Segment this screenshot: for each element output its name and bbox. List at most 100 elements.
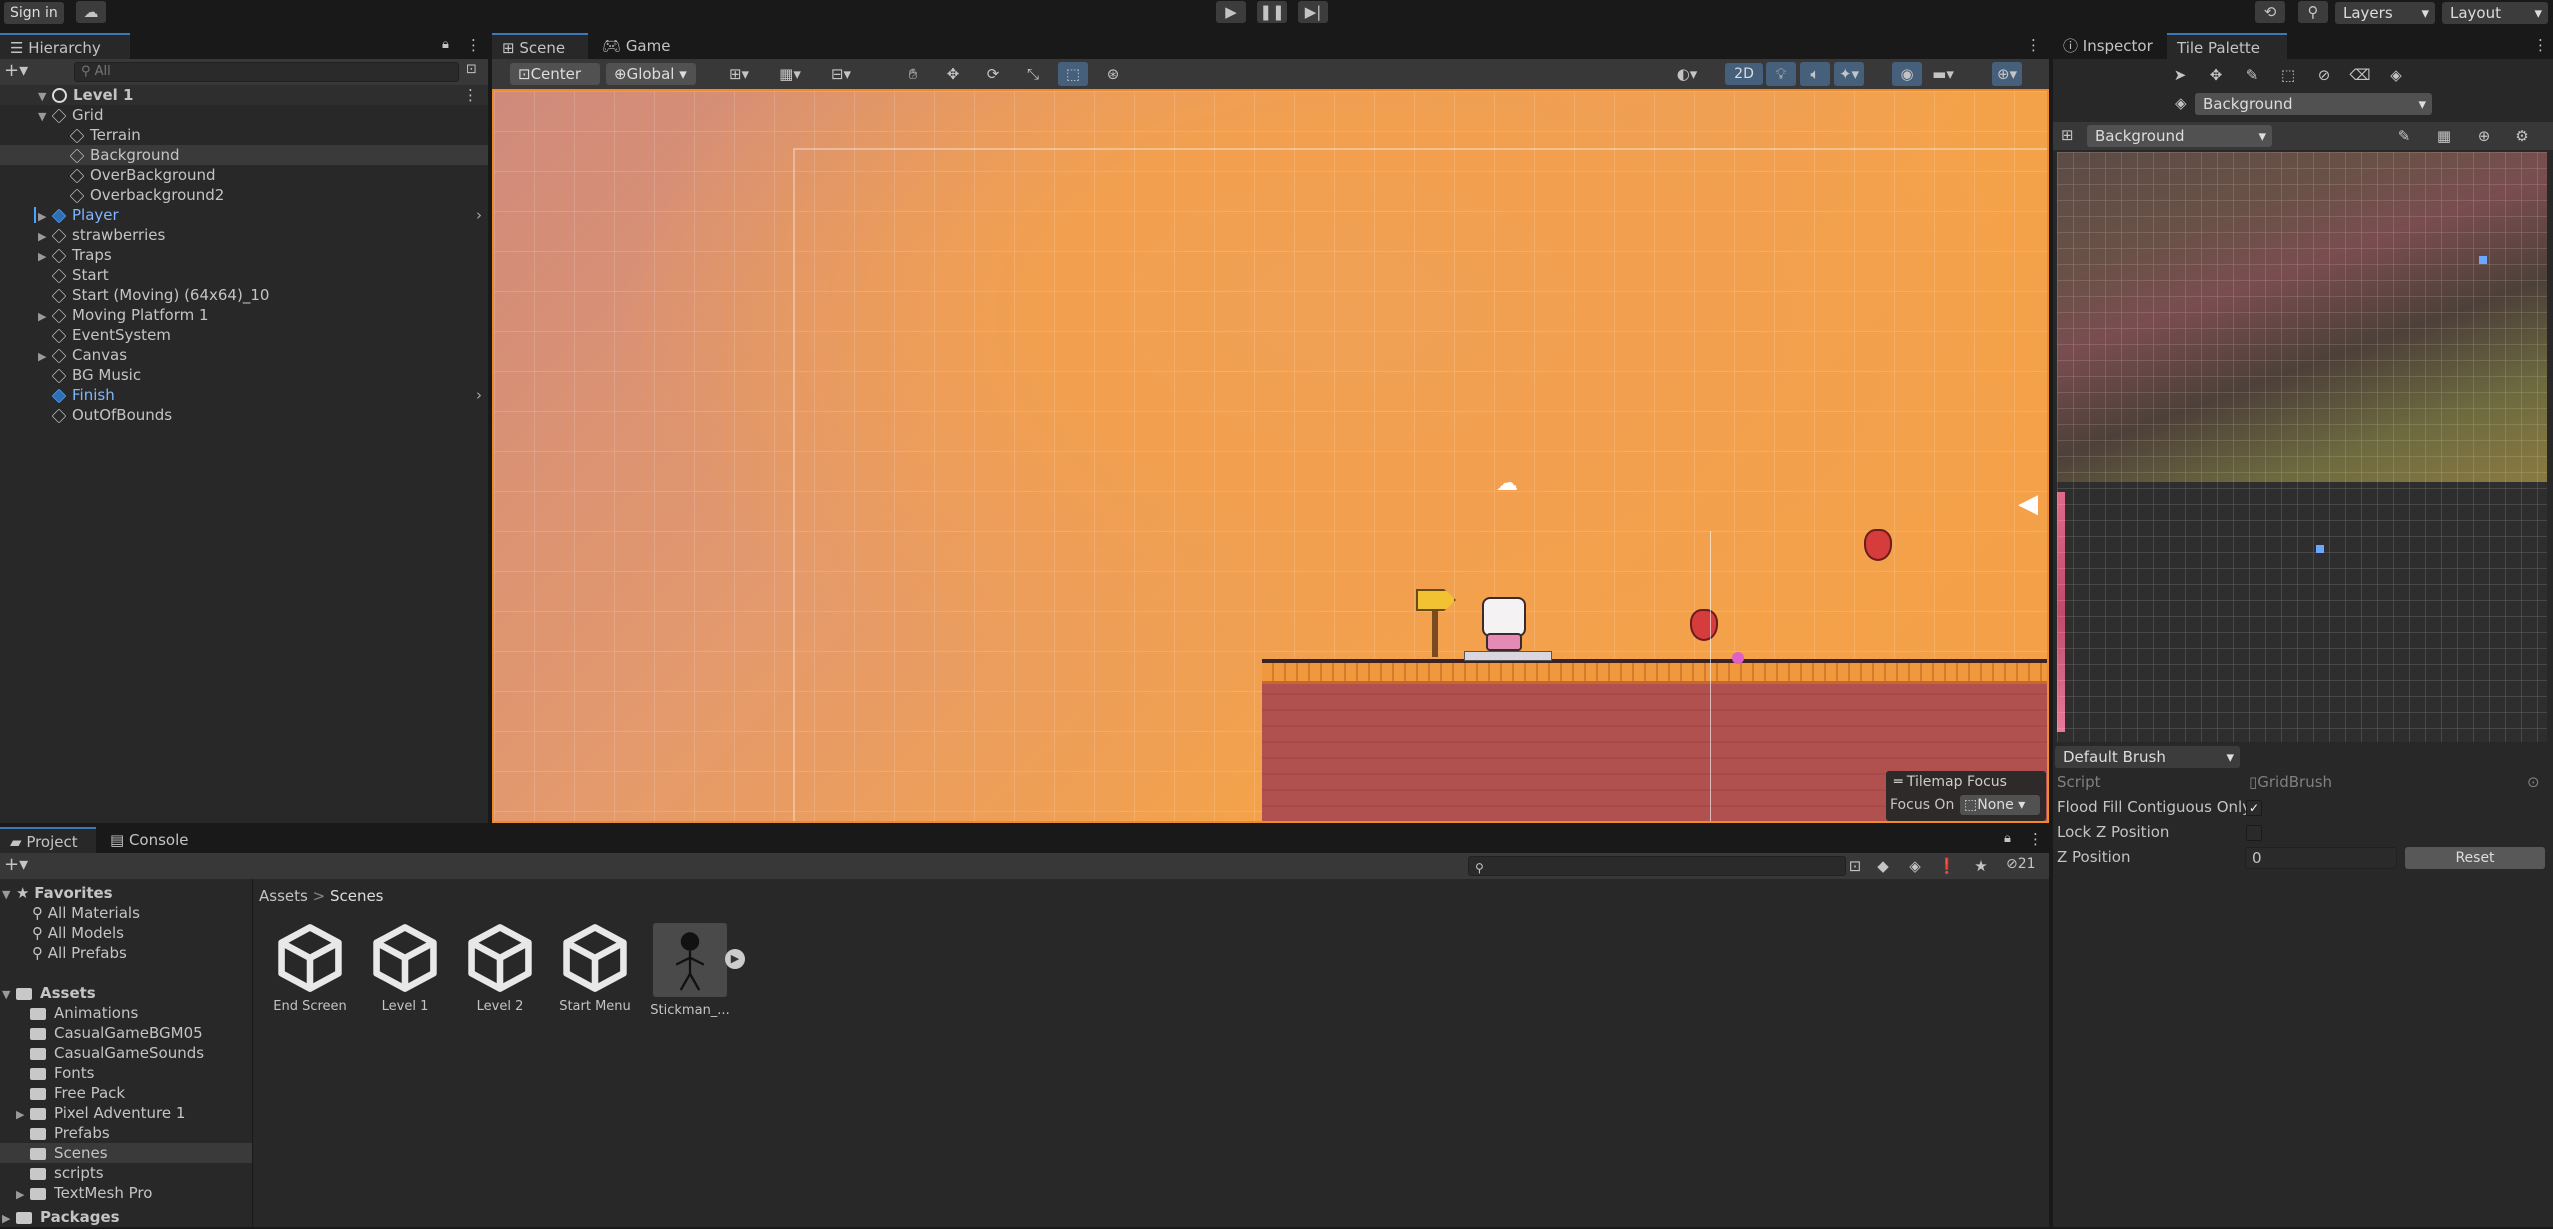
lock-icon[interactable]: 🔒︎ [442,37,449,52]
tab-project[interactable]: ▰ Project [0,827,96,853]
scene-canvas[interactable]: ☁ ◀ ═ Tilemap Focus Focus On ⬚None ▾ [492,89,2049,823]
expand-triangle-icon[interactable]: ▶ [0,1209,16,1229]
gizmos-icon[interactable]: ⊕▾ [1992,62,2022,86]
palette-dropdown[interactable]: Background ▾ [2087,125,2272,147]
2d-toggle[interactable]: 2D [1725,63,1763,85]
search-icon[interactable]: ⚲ [2298,1,2328,23]
asset-folder-item[interactable]: Fonts [0,1063,252,1083]
asset-folder-item[interactable]: CasualGameBGM05 [0,1023,252,1043]
pause-button[interactable]: ❚❚ [1257,1,1287,23]
strawberry-icon[interactable] [1690,609,1718,641]
hidden-packages-count[interactable]: ⊘21 [2006,856,2036,872]
paintbrush-icon[interactable]: ✎ [2237,63,2267,87]
breadcrumb-assets[interactable]: Assets [259,887,308,905]
strawberry-icon[interactable] [1864,529,1892,561]
expand-triangle-icon[interactable]: ▼ [38,107,52,127]
focus-on-dropdown[interactable]: ⬚None ▾ [1960,795,2040,815]
hierarchy-item[interactable]: OutOfBounds [0,405,488,425]
asset-folder-item[interactable]: scripts [0,1163,252,1183]
z-position-field[interactable]: 0 [2245,847,2397,869]
expand-triangle-icon[interactable]: ▶ [38,207,52,227]
edit-palette-icon[interactable]: ✎ [2389,124,2419,148]
tab-game[interactable]: 🎮︎ Game [592,33,682,59]
filter-by-type-icon[interactable]: ◆ [1868,854,1898,878]
layers-dropdown[interactable]: Layers ▾ [2335,2,2435,24]
palette-settings-icon[interactable]: ⚙ [2507,124,2537,148]
favorite-star-icon[interactable]: ★ [1966,854,1996,878]
audio-icon[interactable]: 🔈︎ [1800,62,1830,86]
assets-row[interactable]: ▼ Assets [0,983,252,1003]
brush-dropdown[interactable]: Default Brush ▾ [2055,746,2240,768]
expand-triangle-icon[interactable]: ▶ [38,307,52,327]
kebab-menu-icon[interactable]: ⋮ [463,85,478,105]
label-filter-icon[interactable]: ◈ [1900,854,1930,878]
eraser-icon[interactable]: ⌫ [2345,63,2375,87]
effects-icon[interactable]: ✦▾ [1834,62,1864,86]
expand-triangle-icon[interactable]: ▼ [0,985,16,1005]
hierarchy-item[interactable]: ▶ Traps [0,245,488,265]
lock-icon[interactable]: 🔒︎ [2004,831,2011,846]
path-point-marker[interactable] [1732,652,1744,664]
hierarchy-item[interactable]: Overbackground2 [0,185,488,205]
fill-bucket-icon[interactable]: ◈ [2381,63,2411,87]
expand-triangle-icon[interactable]: ▼ [0,885,16,905]
box-fill-icon[interactable]: ⬚ [2273,63,2303,87]
expand-triangle-icon[interactable]: ▶ [38,227,52,247]
asset-item[interactable]: ▶ Stickman_... [643,923,745,1018]
scene-row[interactable]: ▼ Level 1 ⋮ [0,85,488,105]
scale-tool-icon[interactable]: ⤡ [1018,62,1048,86]
expand-triangle-icon[interactable]: ▶ [38,247,52,267]
hierarchy-item[interactable]: Terrain [0,125,488,145]
space-dropdown[interactable]: ⊕Global ▾ [606,63,696,85]
scene-visibility-icon[interactable]: ◉ [1892,62,1922,86]
add-button[interactable]: +▾ [4,60,28,81]
expand-triangle-icon[interactable]: ▼ [0,87,52,107]
hierarchy-item[interactable]: Background [0,145,488,165]
rect-tool-icon[interactable]: ⬚ [1058,62,1088,86]
hierarchy-search-input[interactable]: ⚲ All [74,62,459,82]
prefab-open-chevron-icon[interactable]: › [476,205,482,225]
create-button[interactable]: +▾ [4,854,28,875]
tab-scene[interactable]: ⊞ Scene [492,33,588,59]
sign-in-button[interactable]: Sign in [4,2,64,24]
hierarchy-item[interactable]: OverBackground [0,165,488,185]
transform-tool-icon[interactable]: ⊛ [1098,62,1128,86]
hierarchy-item[interactable]: ▶ Canvas [0,345,488,365]
asset-folder-item[interactable]: Scenes [0,1143,252,1163]
lighting-icon[interactable]: 💡︎ [1766,62,1796,86]
hierarchy-item[interactable]: ▶ strawberries [0,225,488,245]
tab-inspector[interactable]: ⓘ Inspector [2053,33,2163,59]
favorite-item[interactable]: ⚲ All Prefabs [0,943,252,963]
move-tool-icon[interactable]: ✥ [938,62,968,86]
reset-button[interactable]: Reset [2405,847,2545,869]
expand-play-icon[interactable]: ▶ [725,949,745,969]
asset-folder-item[interactable]: Animations [0,1003,252,1023]
pivot-dropdown[interactable]: ⊡Center ▾ [510,63,600,105]
kebab-menu-icon[interactable]: ⋮ [2533,36,2548,54]
cloud-icon[interactable]: ☁ [76,1,106,23]
tile-palette-grid[interactable] [2057,152,2547,742]
tab-console[interactable]: ▤ Console [100,827,200,853]
hand-tool-icon[interactable]: ✋︎ [898,62,928,86]
project-search-input[interactable]: ⚲ [1468,856,1846,876]
flood-fill-checkbox[interactable]: ✓ [2246,800,2262,816]
favorite-item[interactable]: ⚲ All Materials [0,903,252,923]
tab-hierarchy[interactable]: ☰ Hierarchy [0,33,130,59]
favorite-item[interactable]: ⚲ All Models [0,923,252,943]
tab-tile-palette[interactable]: Tile Palette [2167,33,2287,59]
history-icon[interactable]: ⟲ [2255,1,2285,23]
draw-mode-icon[interactable]: ◐▾ [1672,62,1702,86]
camera-gizmo-icon[interactable]: ☁ [1496,471,1518,496]
hierarchy-item[interactable]: Start [0,265,488,285]
asset-folder-item[interactable]: Prefabs [0,1123,252,1143]
breadcrumb-scenes[interactable]: Scenes [330,887,384,905]
hierarchy-item[interactable]: BG Music [0,365,488,385]
hierarchy-item[interactable]: ▼ Grid [0,105,488,125]
audio-source-icon[interactable]: ◀ [2018,489,2038,519]
grid-toggle-icon[interactable]: ▦ [2429,124,2459,148]
asset-folder-item[interactable]: ▶ TextMesh Pro [0,1183,252,1203]
rotate-tool-icon[interactable]: ⟳ [978,62,1008,86]
asset-folder-item[interactable]: ▶ Pixel Adventure 1 [0,1103,252,1123]
asset-item[interactable]: Start Menu [548,923,642,1014]
select-tool-icon[interactable]: ➤ [2165,63,2195,87]
